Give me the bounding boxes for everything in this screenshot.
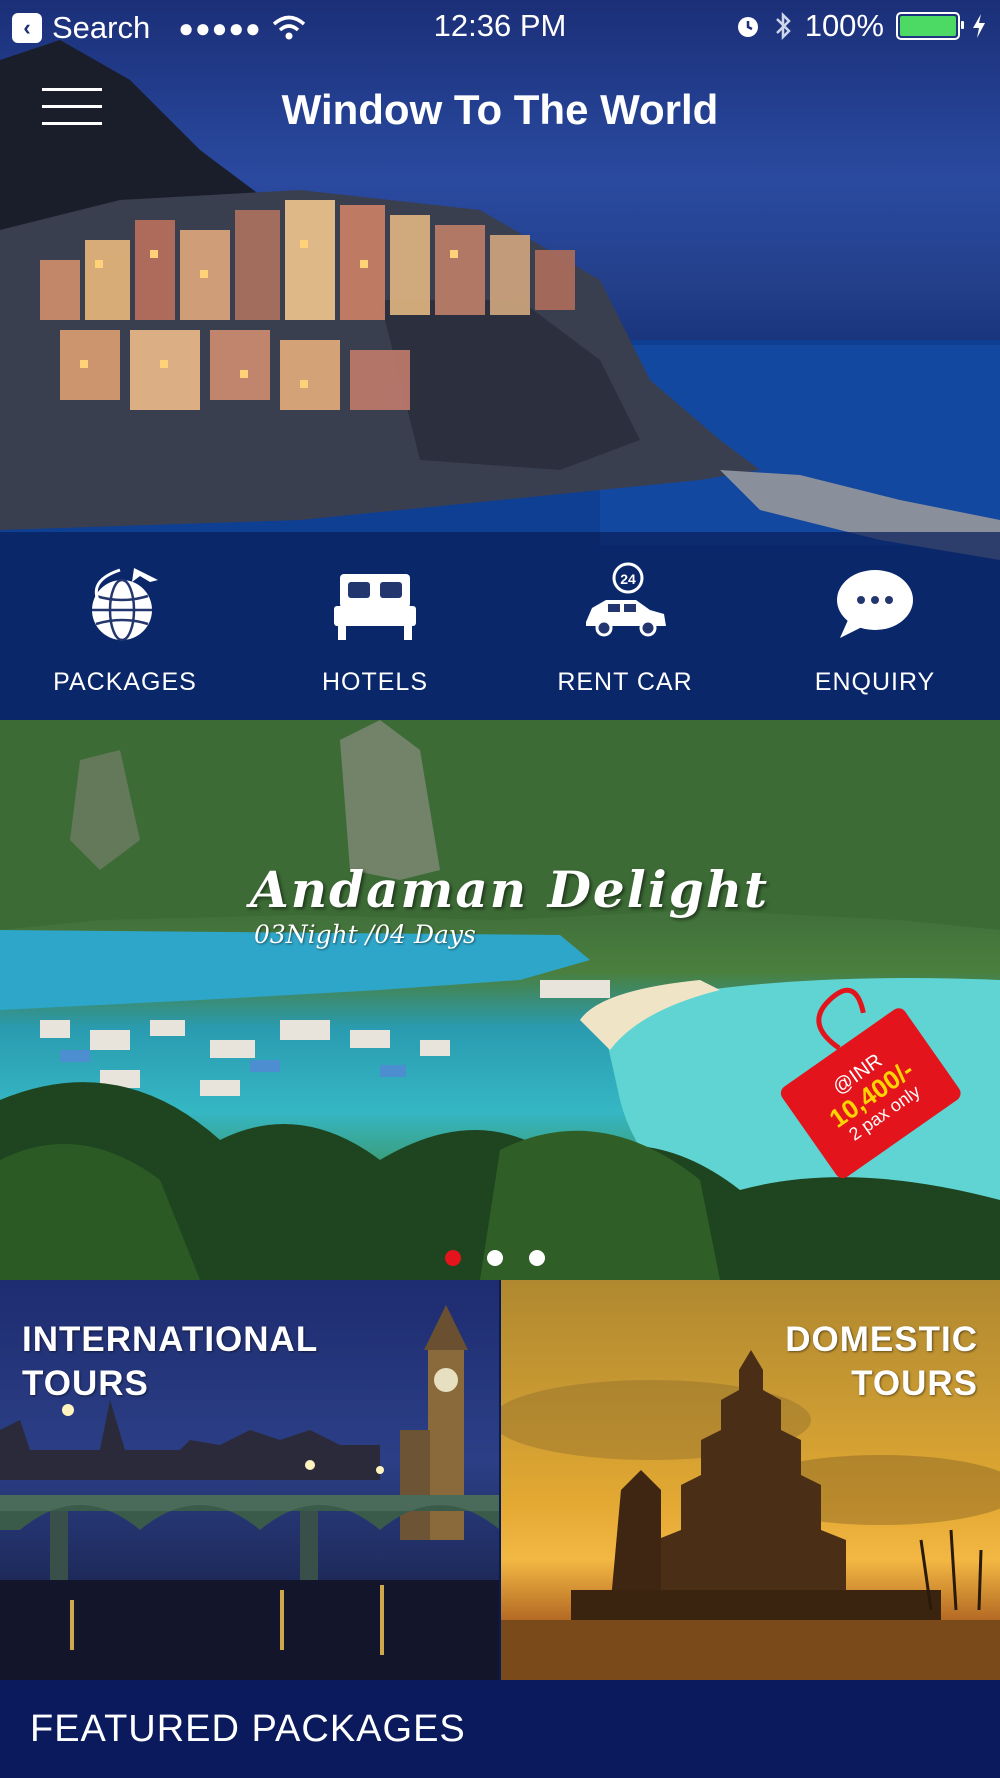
- svg-text:24: 24: [620, 571, 636, 587]
- carousel-dot[interactable]: [445, 1250, 461, 1266]
- featured-packages-header: FEATURED PACKAGES: [0, 1680, 1000, 1778]
- bluetooth-icon: [775, 11, 791, 41]
- nav-packages-label: PACKAGES: [53, 668, 197, 696]
- chat-bubble-icon: [837, 570, 913, 638]
- nav-packages[interactable]: PACKAGES: [0, 532, 250, 720]
- featured-packages-title: FEATURED PACKAGES: [30, 1708, 466, 1750]
- nav-hotels[interactable]: HOTELS: [250, 532, 500, 720]
- promo-title: Andaman Delight: [250, 860, 770, 919]
- nav-enquiry[interactable]: ENQUIRY: [750, 532, 1000, 720]
- domestic-tours-tile[interactable]: DOMESTIC TOURS: [499, 1280, 1000, 1680]
- nav-rent-car[interactable]: 24 RENT CAR: [500, 532, 750, 720]
- carousel-pagination[interactable]: [445, 1250, 545, 1266]
- status-bar: ‹ Search ●●●●● 12:36 PM 100%: [0, 0, 1000, 54]
- nav-enquiry-label: ENQUIRY: [814, 668, 936, 696]
- globe-plane-icon: [92, 568, 158, 642]
- promo-carousel[interactable]: Andaman Delight 03Night /04 Days @INR 10…: [0, 720, 1000, 1280]
- quick-nav-bar: PACKAGES HOTELS 24 RENT CAR ENQUIRY: [0, 532, 1000, 720]
- international-tours-label: INTERNATIONAL TOURS: [22, 1320, 319, 1403]
- charging-bolt-icon: [973, 14, 985, 38]
- bed-icon: [334, 574, 416, 640]
- international-tours-tile[interactable]: INTERNATIONAL TOURS: [0, 1280, 499, 1680]
- carousel-dot[interactable]: [487, 1250, 503, 1266]
- alarm-icon: [737, 17, 758, 37]
- battery-level-fill: [900, 16, 956, 36]
- carousel-dot[interactable]: [529, 1250, 545, 1266]
- battery-percentage: 100%: [804, 8, 884, 43]
- promo-duration: 03Night /04 Days: [254, 920, 476, 949]
- domestic-tours-label: DOMESTIC TOURS: [785, 1320, 978, 1403]
- nav-rent-car-label: RENT CAR: [557, 668, 693, 696]
- hero-banner: ‹ Search ●●●●● 12:36 PM 100% Window To T…: [0, 0, 1000, 720]
- nav-hotels-label: HOTELS: [321, 668, 429, 696]
- battery-icon: [896, 12, 964, 40]
- tour-categories: INTERNATIONAL TOURS DOMESTIC TOURS: [0, 1280, 1000, 1680]
- app-title: Window To The World: [281, 86, 719, 133]
- car-24-icon: 24: [586, 562, 666, 637]
